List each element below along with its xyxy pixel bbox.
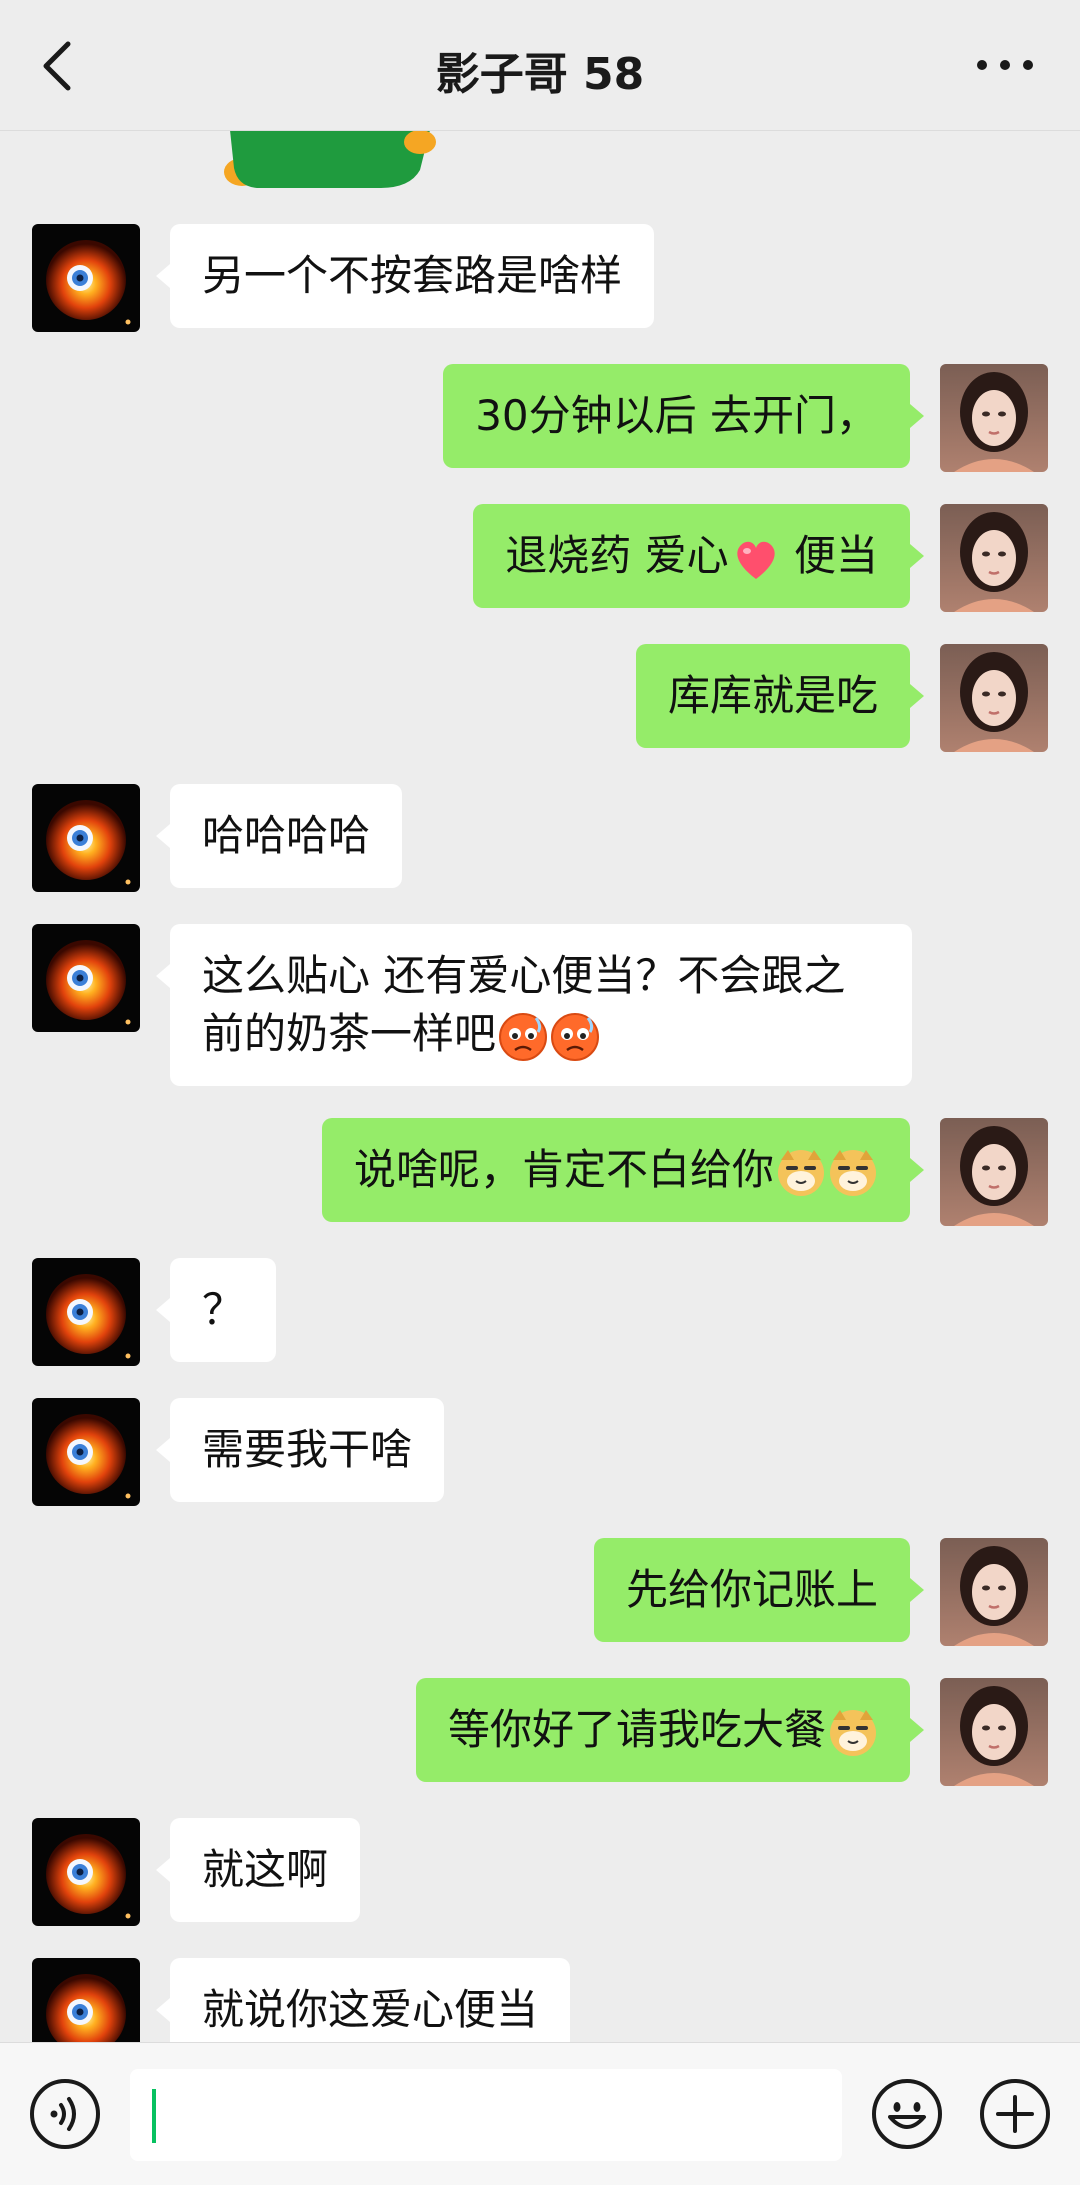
sticker-image[interactable] (220, 130, 440, 195)
plus-icon (980, 2079, 1050, 2149)
my-avatar[interactable] (940, 644, 1048, 752)
message-bubble[interactable]: 哈哈哈哈 (155, 784, 403, 888)
my-avatar[interactable] (940, 504, 1048, 612)
more-dots-icon (977, 60, 1033, 70)
contact-avatar[interactable] (32, 1398, 140, 1506)
emoji-button[interactable] (870, 2077, 944, 2151)
message-bubble[interactable]: 需要我干啥 (155, 1398, 445, 1502)
message-text: 说啥呢，肯定不白给你 (353, 1145, 774, 1194)
chevron-left-icon (43, 41, 71, 91)
doge-emoji-icon (828, 1148, 878, 1198)
more-button[interactable] (970, 40, 1040, 90)
chat-header: 影子哥 58 (0, 0, 1080, 131)
contact-avatar[interactable] (32, 1818, 140, 1926)
my-avatar[interactable] (940, 1678, 1048, 1786)
message-bubble[interactable]: 就说你这爱心便当 (155, 1958, 571, 2042)
back-button[interactable] (30, 30, 90, 100)
message-text: 退烧药 爱心 (505, 531, 729, 580)
contact-avatar[interactable] (32, 224, 140, 332)
my-avatar[interactable] (940, 364, 1048, 472)
contact-avatar[interactable] (32, 784, 140, 892)
voice-button[interactable] (28, 2077, 102, 2151)
message-list[interactable]: 另一个不按套路是啥样 30分钟以后 去开门， 退烧药 爱心 便当 库库就是吃 哈… (0, 130, 1080, 2042)
input-bar (0, 2042, 1080, 2185)
message-text: 等你好了请我吃大餐 (447, 1705, 826, 1754)
heart-emoji-icon (731, 534, 781, 584)
frown-emoji-icon (550, 1012, 600, 1062)
contact-avatar[interactable] (32, 1258, 140, 1366)
message-text: 便当 (780, 531, 878, 580)
message-text: 库库就是吃 (667, 671, 878, 720)
message-text: ？ (202, 1285, 245, 1334)
message-input[interactable] (130, 2069, 842, 2161)
message-text: 就这啊 (202, 1845, 329, 1894)
contact-avatar[interactable] (32, 1958, 140, 2042)
message-text: 需要我干啥 (202, 1425, 413, 1474)
message-bubble[interactable]: 另一个不按套路是啥样 (155, 224, 655, 328)
message-bubble[interactable]: 退烧药 爱心 便当 (473, 504, 924, 608)
message-bubble[interactable]: 库库就是吃 (635, 644, 925, 748)
more-functions-button[interactable] (978, 2077, 1052, 2151)
message-text: 先给你记账上 (625, 1565, 878, 1614)
message-text: 哈哈哈哈 (202, 811, 371, 860)
voice-icon (30, 2079, 100, 2149)
message-bubble[interactable]: 30分钟以后 去开门， (443, 364, 924, 468)
message-bubble[interactable]: 说啥呢，肯定不白给你 (321, 1118, 925, 1222)
doge-emoji-icon (776, 1148, 826, 1198)
message-text: 30分钟以后 去开门， (475, 391, 878, 440)
my-avatar[interactable] (940, 1118, 1048, 1226)
my-avatar[interactable] (940, 1538, 1048, 1646)
message-bubble[interactable]: 等你好了请我吃大餐 (415, 1678, 925, 1782)
message-bubble[interactable]: 先给你记账上 (593, 1538, 925, 1642)
doge-emoji-icon (828, 1708, 878, 1758)
message-bubble[interactable]: 就这啊 (155, 1818, 361, 1922)
message-text: 另一个不按套路是啥样 (202, 251, 623, 300)
emoji-icon (872, 2079, 942, 2149)
message-bubble[interactable]: ？ (155, 1258, 277, 1362)
message-text: 就说你这爱心便当 (202, 1985, 539, 2034)
chat-title: 影子哥 58 (435, 49, 645, 100)
contact-avatar[interactable] (32, 924, 140, 1032)
frown-emoji-icon (498, 1012, 548, 1062)
message-bubble[interactable]: 这么贴心 还有爱心便当？不会跟之前的奶茶一样吧 (156, 924, 912, 1086)
text-cursor (152, 2089, 156, 2143)
